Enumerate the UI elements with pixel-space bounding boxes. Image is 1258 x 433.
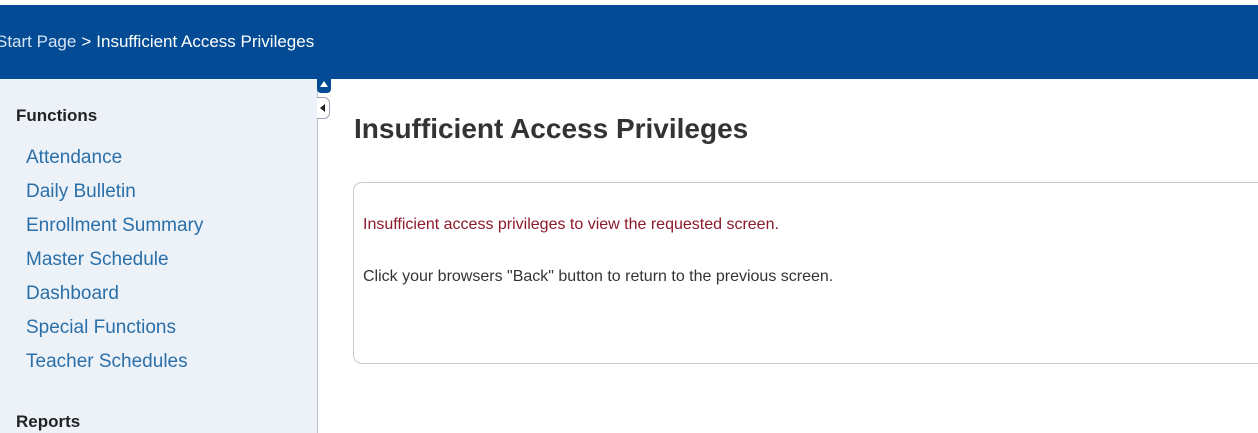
breadcrumb: Start Page > Insufficient Access Privilege… xyxy=(0,5,314,79)
breadcrumb-separator: > xyxy=(81,32,92,51)
sidebar-item-enrollment-summary[interactable]: Enrollment Summary xyxy=(26,213,203,247)
breadcrumb-start-page-link[interactable]: Start Page xyxy=(0,32,76,51)
sidebar-item-master-schedule[interactable]: Master Schedule xyxy=(26,247,203,281)
functions-list: Attendance Daily Bulletin Enrollment Sum… xyxy=(26,145,203,383)
error-message: Insufficient access privileges to view t… xyxy=(363,216,779,233)
message-box: Insufficient access privileges to view t… xyxy=(353,182,1258,364)
sidebar-item-teacher-schedules[interactable]: Teacher Schedules xyxy=(26,349,203,383)
reports-heading: Reports xyxy=(16,412,81,431)
breadcrumb-current: Insufficient Access Privileges xyxy=(96,32,315,51)
info-message: Click your browsers "Back" button to ret… xyxy=(363,268,834,285)
page-title: Insufficient Access Privileges xyxy=(354,113,749,144)
functions-heading: Functions xyxy=(16,106,98,125)
sidebar-item-attendance[interactable]: Attendance xyxy=(26,145,203,179)
page: Start Page > Insufficient Access Privilege… xyxy=(0,0,1258,433)
sidebar-item-dashboard[interactable]: Dashboard xyxy=(26,281,203,315)
sidebar: Functions Attendance Daily Bulletin Enro… xyxy=(0,79,318,433)
main-content: Insufficient Access Privileges Insuffici… xyxy=(318,79,1258,433)
sidebar-item-special-functions[interactable]: Special Functions xyxy=(26,315,203,349)
header-bar: Start Page > Insufficient Access Privilege… xyxy=(0,5,1258,79)
sidebar-item-daily-bulletin[interactable]: Daily Bulletin xyxy=(26,179,203,213)
